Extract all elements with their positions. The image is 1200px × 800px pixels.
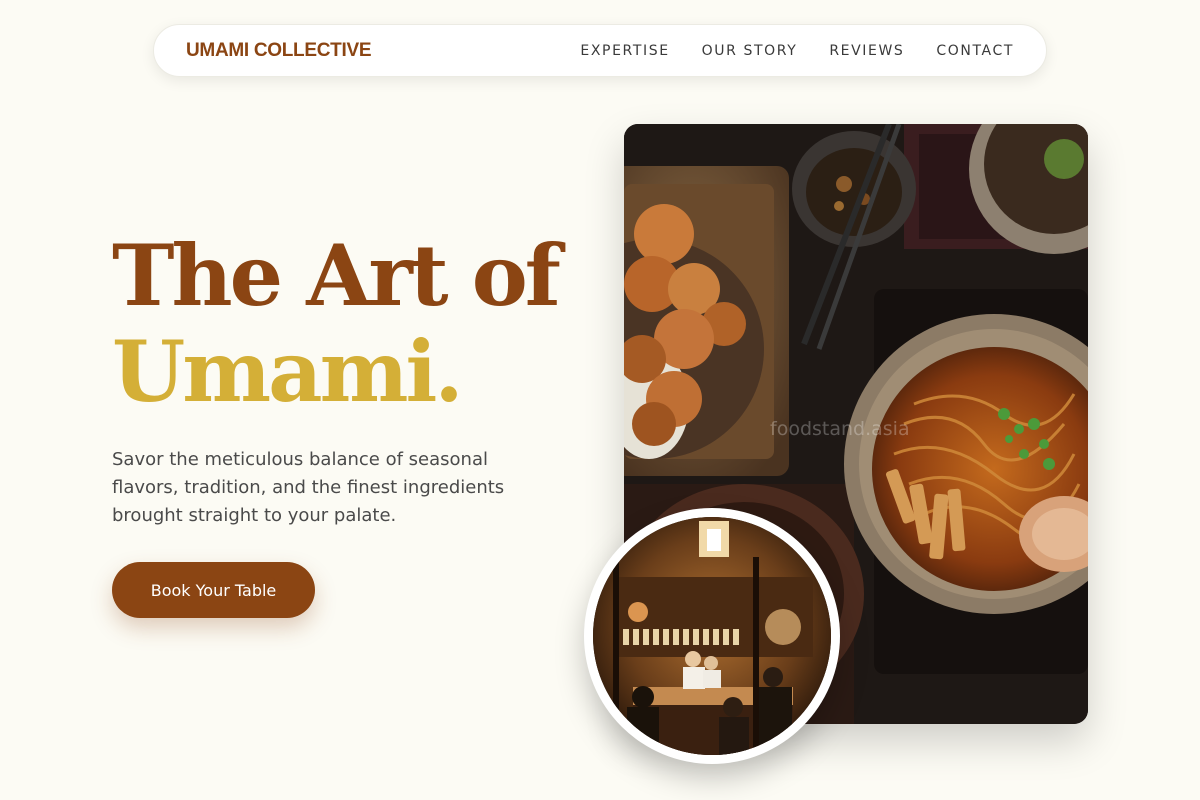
nav-link-our-story[interactable]: OUR STORY [702, 43, 798, 59]
restaurant-interior-photo-icon [593, 517, 831, 755]
hero-title: The Art of Umami. [112, 226, 561, 421]
landing-page: UMAMI COLLECTIVE EXPERTISE OUR STORY REV… [0, 0, 1200, 800]
nav-link-expertise[interactable]: EXPERTISE [580, 43, 669, 59]
restaurant-interior-photo [593, 517, 831, 755]
restaurant-photo-frame [584, 508, 840, 764]
hero-title-line1: The Art of [112, 226, 561, 325]
nav-link-reviews[interactable]: REVIEWS [829, 43, 904, 59]
image-watermark: foodstand.asia [770, 418, 910, 440]
nav-link-contact[interactable]: CONTACT [936, 43, 1014, 59]
hero-title-line2: Umami. [112, 322, 464, 421]
nav-links: EXPERTISE OUR STORY REVIEWS CONTACT [580, 43, 1014, 59]
hero-description: Savor the meticulous balance of seasonal… [112, 449, 505, 526]
navbar: UMAMI COLLECTIVE EXPERTISE OUR STORY REV… [153, 24, 1047, 77]
brand-logo[interactable]: UMAMI COLLECTIVE [186, 40, 372, 62]
book-table-button[interactable]: Book Your Table [112, 562, 315, 618]
